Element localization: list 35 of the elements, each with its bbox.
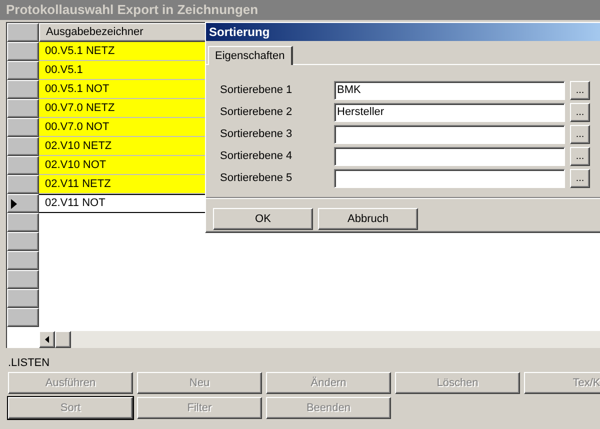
scroll-left-button[interactable]	[39, 331, 55, 348]
dialog-button[interactable]: Abbruch	[318, 208, 418, 230]
browse-button[interactable]: ...	[570, 103, 590, 122]
row-selector[interactable]	[7, 308, 39, 327]
input-field[interactable]: BMK	[334, 81, 565, 100]
row-selector[interactable]	[7, 270, 39, 289]
browse-button[interactable]: ...	[570, 147, 590, 166]
row-selector[interactable]	[7, 194, 39, 213]
row-selector[interactable]	[7, 175, 39, 194]
horizontal-scrollbar[interactable]	[39, 331, 600, 348]
row-selector[interactable]	[7, 156, 39, 175]
window-title: Protokollauswahl Export in Zeichnungen	[6, 1, 258, 20]
row-selector[interactable]	[7, 42, 39, 61]
row-selector[interactable]	[7, 118, 39, 137]
input-field[interactable]	[334, 169, 565, 188]
browse-button[interactable]: ...	[570, 125, 590, 144]
row-selector[interactable]	[7, 99, 39, 118]
row-selector[interactable]	[7, 137, 39, 156]
section-label: .LISTEN	[8, 356, 51, 370]
row-selector[interactable]	[7, 80, 39, 99]
browse-button[interactable]: ...	[570, 169, 590, 188]
row-selector[interactable]	[7, 232, 39, 251]
row-selector[interactable]	[7, 289, 39, 308]
row-selector[interactable]	[7, 61, 39, 80]
row-selector[interactable]	[7, 213, 39, 232]
left-arrow-icon	[45, 336, 49, 343]
input-field[interactable]: Hersteller	[334, 103, 565, 122]
browse-button[interactable]: ...	[570, 81, 590, 100]
input-field[interactable]	[334, 147, 565, 166]
scroll-thumb[interactable]	[55, 331, 71, 348]
tab[interactable]: Eigenschaften	[208, 46, 293, 65]
input-field[interactable]	[334, 125, 565, 144]
row-pointer-icon	[11, 198, 17, 208]
dialog-button[interactable]: OK	[213, 208, 313, 230]
row-selector[interactable]	[7, 251, 39, 270]
